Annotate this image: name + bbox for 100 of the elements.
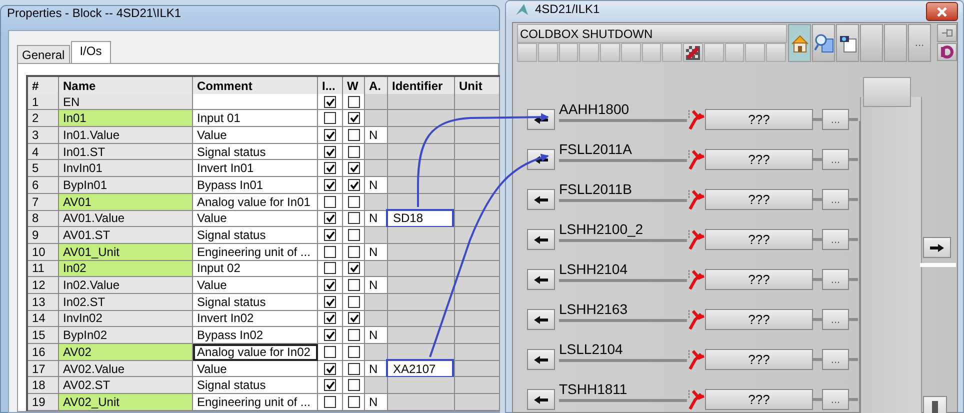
checkbox[interactable] <box>348 229 360 242</box>
check-icon <box>325 364 335 374</box>
row-number: 6 <box>28 177 59 194</box>
column-header[interactable]: Comment <box>193 77 318 95</box>
table-cell <box>388 110 455 128</box>
column-header[interactable]: A. <box>365 77 388 95</box>
close-button[interactable] <box>926 2 958 21</box>
checkbox[interactable] <box>324 246 336 258</box>
table-cell: In01.ST <box>59 144 193 160</box>
column-header[interactable]: Unit <box>455 77 500 95</box>
table-cell <box>455 394 500 411</box>
toolbar-button[interactable] <box>836 24 859 62</box>
toolbar-button[interactable]: ... <box>908 24 931 62</box>
identifier-field[interactable]: XA2107 <box>386 359 454 378</box>
column-header[interactable]: Name <box>59 77 193 95</box>
checkbox[interactable] <box>324 296 336 308</box>
checkbox[interactable] <box>324 312 336 324</box>
column-header[interactable]: # <box>28 77 59 95</box>
checkbox[interactable] <box>348 329 360 342</box>
column-header[interactable]: Identifier <box>388 77 455 95</box>
checkbox[interactable] <box>324 329 336 342</box>
checkbox[interactable] <box>348 212 360 224</box>
table-cell: AV02.ST <box>59 377 193 394</box>
checkbox[interactable] <box>324 162 336 174</box>
checkbox[interactable] <box>324 262 336 274</box>
table-cell: Analog value for In01 <box>193 194 318 210</box>
more-button[interactable]: ... <box>822 269 849 290</box>
tab[interactable]: I/Os <box>70 41 111 63</box>
checkbox[interactable] <box>348 246 360 258</box>
arrow-button[interactable] <box>527 349 555 370</box>
more-button[interactable]: ... <box>822 229 849 250</box>
table-cell: BypIn01 <box>59 177 193 194</box>
pin-icon <box>940 26 954 40</box>
checkbox[interactable] <box>324 379 336 392</box>
checkbox[interactable] <box>348 262 360 274</box>
column-header[interactable]: I... <box>318 77 343 95</box>
undo-button[interactable] <box>937 43 957 61</box>
checkbox[interactable] <box>324 396 336 408</box>
more-button[interactable]: ... <box>822 189 849 210</box>
table-cell: In02.ST <box>59 294 193 311</box>
checkbox[interactable] <box>324 346 336 358</box>
checkbox[interactable] <box>348 178 360 191</box>
row-number: 10 <box>28 244 59 261</box>
more-button[interactable]: ... <box>822 109 849 130</box>
checkbox[interactable] <box>348 346 360 358</box>
checkbox[interactable] <box>324 112 336 124</box>
checkbox[interactable] <box>348 396 360 408</box>
identifier-field[interactable]: SD18 <box>386 208 454 228</box>
signal-label: FSLL2011B <box>559 181 632 197</box>
checkbox[interactable] <box>324 146 336 158</box>
checkbox[interactable] <box>348 146 360 158</box>
checkbox[interactable] <box>348 362 360 375</box>
table-cell <box>388 260 455 278</box>
checkbox[interactable] <box>324 196 336 208</box>
table-cell <box>388 177 455 194</box>
check-icon <box>325 96 335 107</box>
value-field: ??? <box>705 189 813 210</box>
arrow-button[interactable] <box>527 189 555 210</box>
checkbox[interactable] <box>348 312 360 324</box>
more-button[interactable]: ... <box>822 349 849 370</box>
checkbox[interactable] <box>324 96 336 108</box>
table-cell: AV01.ST <box>59 227 193 244</box>
tab[interactable]: General <box>17 45 70 63</box>
checkbox[interactable] <box>348 196 360 208</box>
checkbox[interactable] <box>348 379 360 392</box>
edit-field[interactable]: Analog value for In02 <box>193 344 318 361</box>
checkbox[interactable] <box>348 162 360 174</box>
row-number: 14 <box>28 310 59 328</box>
table-cell <box>455 227 500 244</box>
check-icon <box>325 296 335 307</box>
left-arrow-icon <box>533 234 549 244</box>
more-button[interactable]: ... <box>822 309 849 330</box>
checkbox[interactable] <box>348 296 360 308</box>
checkbox[interactable] <box>348 279 360 292</box>
column-header[interactable]: W <box>343 77 365 95</box>
table-cell: Signal status <box>193 144 318 160</box>
more-button[interactable]: ... <box>822 389 849 410</box>
close-icon <box>936 6 948 18</box>
checkbox[interactable] <box>324 178 336 191</box>
checkbox[interactable] <box>324 128 336 141</box>
checkbox[interactable] <box>348 128 360 141</box>
toolbar-button[interactable] <box>788 24 811 62</box>
arrow-button[interactable] <box>527 269 555 290</box>
checkbox[interactable] <box>324 279 336 292</box>
status-button[interactable] <box>683 43 703 62</box>
checkbox[interactable] <box>348 96 360 108</box>
table-cell <box>455 177 500 194</box>
arrow-button[interactable] <box>527 389 555 410</box>
checkbox[interactable] <box>324 212 336 224</box>
table-cell: Input 01 <box>193 110 318 128</box>
more-button[interactable]: ... <box>822 149 849 170</box>
checkbox[interactable] <box>324 362 336 375</box>
row-number: 15 <box>28 327 59 344</box>
table-cell <box>388 310 455 328</box>
next-button[interactable] <box>923 237 951 258</box>
checkbox[interactable] <box>348 112 360 124</box>
arrow-button[interactable] <box>527 229 555 250</box>
table-cell <box>388 394 455 411</box>
checkbox[interactable] <box>324 229 336 242</box>
arrow-button[interactable] <box>527 309 555 330</box>
